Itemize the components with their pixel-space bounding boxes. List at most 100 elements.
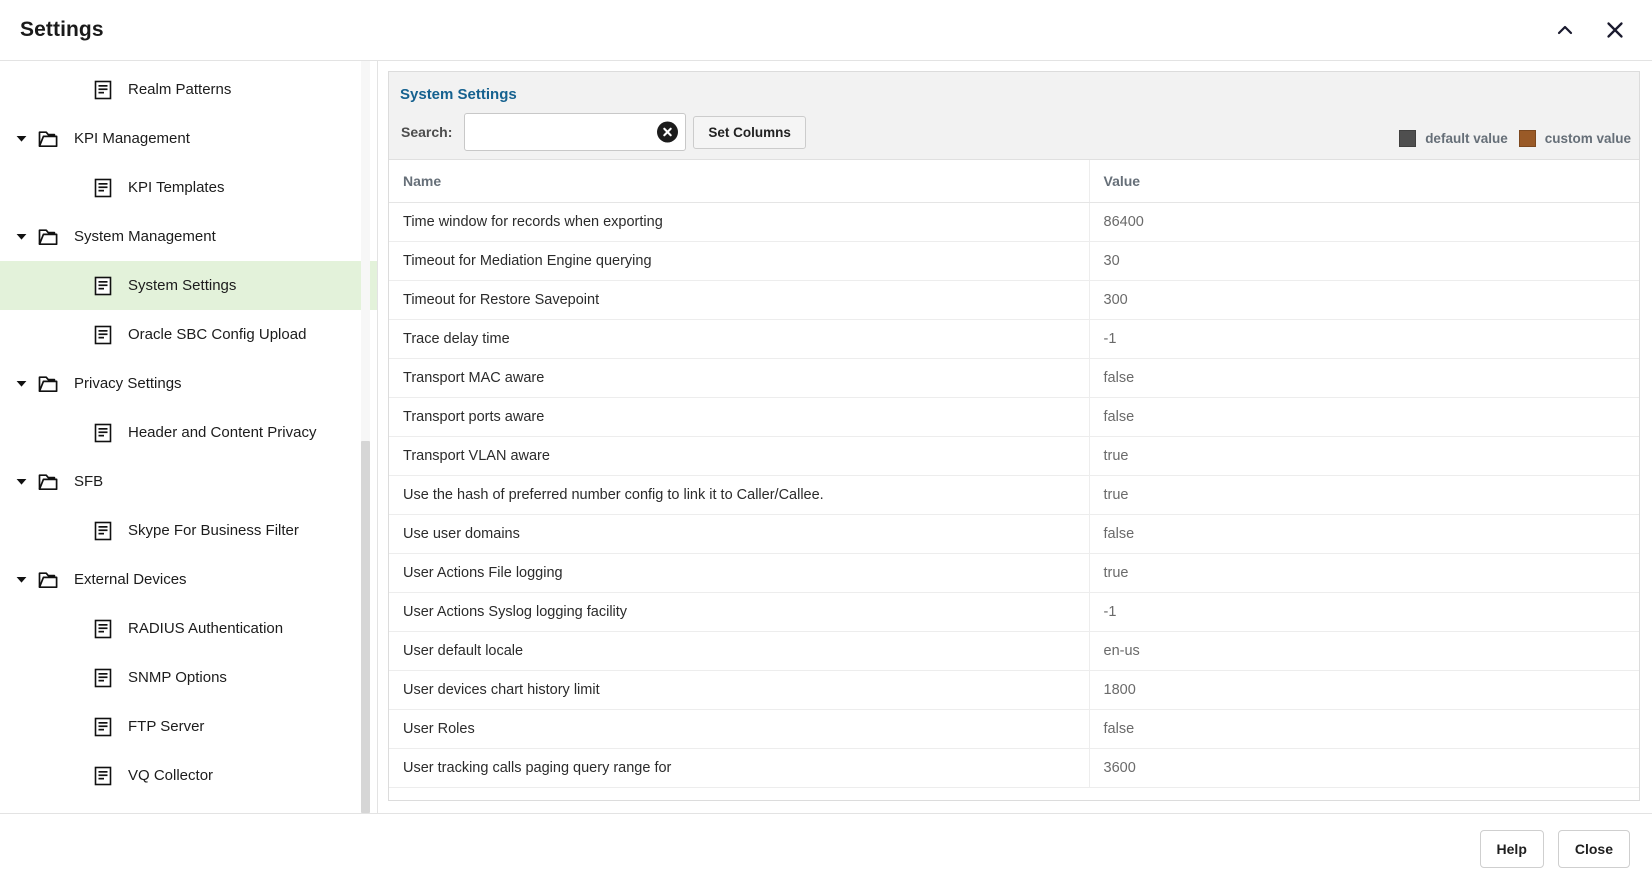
close-button[interactable]: Close xyxy=(1557,829,1630,868)
sidebar-item-skype-for-business-filter[interactable]: Skype For Business Filter xyxy=(0,506,377,555)
document-icon xyxy=(88,521,118,541)
table-body: Time window for records when exporting 86… xyxy=(389,202,1639,788)
sidebar-item-snmp-options[interactable]: SNMP Options xyxy=(0,653,377,702)
sidebar-item-label: Oracle SBC Config Upload xyxy=(128,326,307,343)
cell-value: true xyxy=(1089,436,1639,476)
sidebar-item-label: FTP Server xyxy=(128,718,205,735)
cell-value: -1 xyxy=(1089,592,1639,632)
settings-table: Name Value Time window for records when … xyxy=(389,160,1639,788)
legend-label: custom value xyxy=(1544,131,1631,146)
cell-name: Transport ports aware xyxy=(389,397,1090,437)
sidebar-scrollbar-thumb[interactable] xyxy=(361,441,370,813)
document-icon xyxy=(88,619,118,639)
cell-value: true xyxy=(1089,475,1639,515)
sidebar-item-realm-patterns[interactable]: Realm Patterns xyxy=(0,65,377,114)
table-row[interactable]: Transport MAC aware false xyxy=(389,358,1639,398)
table-row[interactable]: Timeout for Mediation Engine querying 30 xyxy=(389,241,1639,281)
column-header-name[interactable]: Name xyxy=(389,160,1090,203)
sidebar-item-label: KPI Templates xyxy=(128,179,225,196)
value-legend: default value custom value xyxy=(1399,130,1631,147)
table-row[interactable]: Timeout for Restore Savepoint 300 xyxy=(389,280,1639,320)
sidebar-item-vq-collector[interactable]: VQ Collector xyxy=(0,751,377,800)
panel-toolbar: Search: Set Columns default value custom … xyxy=(389,113,1639,159)
chevron-down-icon[interactable] xyxy=(8,475,34,488)
sidebar-item-label: External Devices xyxy=(74,571,187,588)
legend-entry: default value xyxy=(1399,130,1508,147)
chevron-down-icon[interactable] xyxy=(8,132,34,145)
table-row[interactable]: User tracking calls paging query range f… xyxy=(389,748,1639,788)
chevron-up-icon[interactable] xyxy=(1550,15,1580,45)
cell-name: Use user domains xyxy=(389,514,1090,554)
chevron-down-icon[interactable] xyxy=(8,573,34,586)
sidebar-item-label: KPI Management xyxy=(74,130,190,147)
document-icon xyxy=(88,423,118,443)
legend-label: default value xyxy=(1425,131,1508,146)
sidebar-item-label: VQ Collector xyxy=(128,767,214,784)
folder-icon xyxy=(34,472,64,492)
folder-icon xyxy=(34,374,64,394)
cell-name: Time window for records when exporting xyxy=(389,202,1090,242)
cell-name: User Actions Syslog logging facility xyxy=(389,592,1090,632)
sidebar-item-label: System Settings xyxy=(128,277,237,294)
sidebar-item-isr-recording[interactable]: ISR Recording xyxy=(0,800,377,813)
sidebar-item-label: SFB xyxy=(74,473,104,490)
table-row[interactable]: User Roles false xyxy=(389,709,1639,749)
table-row[interactable]: Time window for records when exporting 86… xyxy=(389,202,1639,242)
sidebar-item-kpi-templates[interactable]: KPI Templates xyxy=(0,163,377,212)
sidebar-item-external-devices[interactable]: External Devices xyxy=(0,555,377,604)
window-body: Realm Patterns KPI Management KPI Template… xyxy=(0,60,1652,813)
document-icon xyxy=(88,325,118,345)
set-columns-button[interactable]: Set Columns xyxy=(693,115,806,149)
cell-name: Trace delay time xyxy=(389,319,1090,359)
document-icon xyxy=(88,178,118,198)
search-input[interactable] xyxy=(464,113,687,151)
table-row[interactable]: Transport VLAN aware true xyxy=(389,436,1639,476)
sidebar-item-system-management[interactable]: System Management xyxy=(0,212,377,261)
sidebar-item-header-and-content-privacy[interactable]: Header and Content Privacy xyxy=(0,408,377,457)
sidebar-item-privacy-settings[interactable]: Privacy Settings xyxy=(0,359,377,408)
sidebar-item-label: System Management xyxy=(74,228,216,245)
cell-value: 3600 xyxy=(1089,748,1639,788)
legend-entry: custom value xyxy=(1518,130,1631,147)
folder-icon xyxy=(34,570,64,590)
column-header-value[interactable]: Value xyxy=(1089,160,1639,203)
sidebar-item-radius-authentication[interactable]: RADIUS Authentication xyxy=(0,604,377,653)
search-label: Search: xyxy=(401,124,453,140)
table-row[interactable]: Transport ports aware false xyxy=(389,397,1639,437)
table-row[interactable]: User devices chart history limit 1800 xyxy=(389,670,1639,710)
window-titlebar: Settings xyxy=(0,0,1652,60)
sidebar-item-label: Privacy Settings xyxy=(74,375,182,392)
legend-swatch xyxy=(1399,130,1417,147)
table-row[interactable]: User Actions Syslog logging facility -1 xyxy=(389,592,1639,632)
table-row[interactable]: Use the hash of preferred number config … xyxy=(389,475,1639,515)
table-row[interactable]: Trace delay time -1 xyxy=(389,319,1639,359)
table-row[interactable]: User Actions File logging true xyxy=(389,553,1639,593)
cell-name: Timeout for Restore Savepoint xyxy=(389,280,1090,320)
cell-value: true xyxy=(1089,553,1639,593)
clear-circle-icon[interactable] xyxy=(657,121,679,143)
document-icon xyxy=(88,276,118,296)
close-icon[interactable] xyxy=(1600,15,1630,45)
sidebar-item-ftp-server[interactable]: FTP Server xyxy=(0,702,377,751)
cell-name: Timeout for Mediation Engine querying xyxy=(389,241,1090,281)
cell-value: 30 xyxy=(1089,241,1639,281)
cell-value: false xyxy=(1089,709,1639,749)
page-title: Settings xyxy=(20,18,104,41)
panel-title: System Settings xyxy=(389,72,1639,113)
settings-table-wrapper: Name Value Time window for records when … xyxy=(389,159,1639,800)
table-row[interactable]: User default locale en-us xyxy=(389,631,1639,671)
cell-name: User devices chart history limit xyxy=(389,670,1090,710)
sidebar-item-system-settings[interactable]: System Settings xyxy=(0,261,377,310)
cell-value: en-us xyxy=(1089,631,1639,671)
legend-swatch xyxy=(1518,130,1536,147)
table-row[interactable]: Use user domains false xyxy=(389,514,1639,554)
sidebar-item-kpi-management[interactable]: KPI Management xyxy=(0,114,377,163)
help-button[interactable]: Help xyxy=(1479,829,1544,868)
chevron-down-icon[interactable] xyxy=(8,230,34,243)
chevron-down-icon[interactable] xyxy=(8,377,34,390)
system-settings-panel: System Settings Search: Set Columns defa… xyxy=(388,71,1640,801)
sidebar-item-oracle-sbc-config-upload[interactable]: Oracle SBC Config Upload xyxy=(0,310,377,359)
cell-value: -1 xyxy=(1089,319,1639,359)
window-controls xyxy=(1550,15,1630,45)
sidebar-item-sfb[interactable]: SFB xyxy=(0,457,377,506)
